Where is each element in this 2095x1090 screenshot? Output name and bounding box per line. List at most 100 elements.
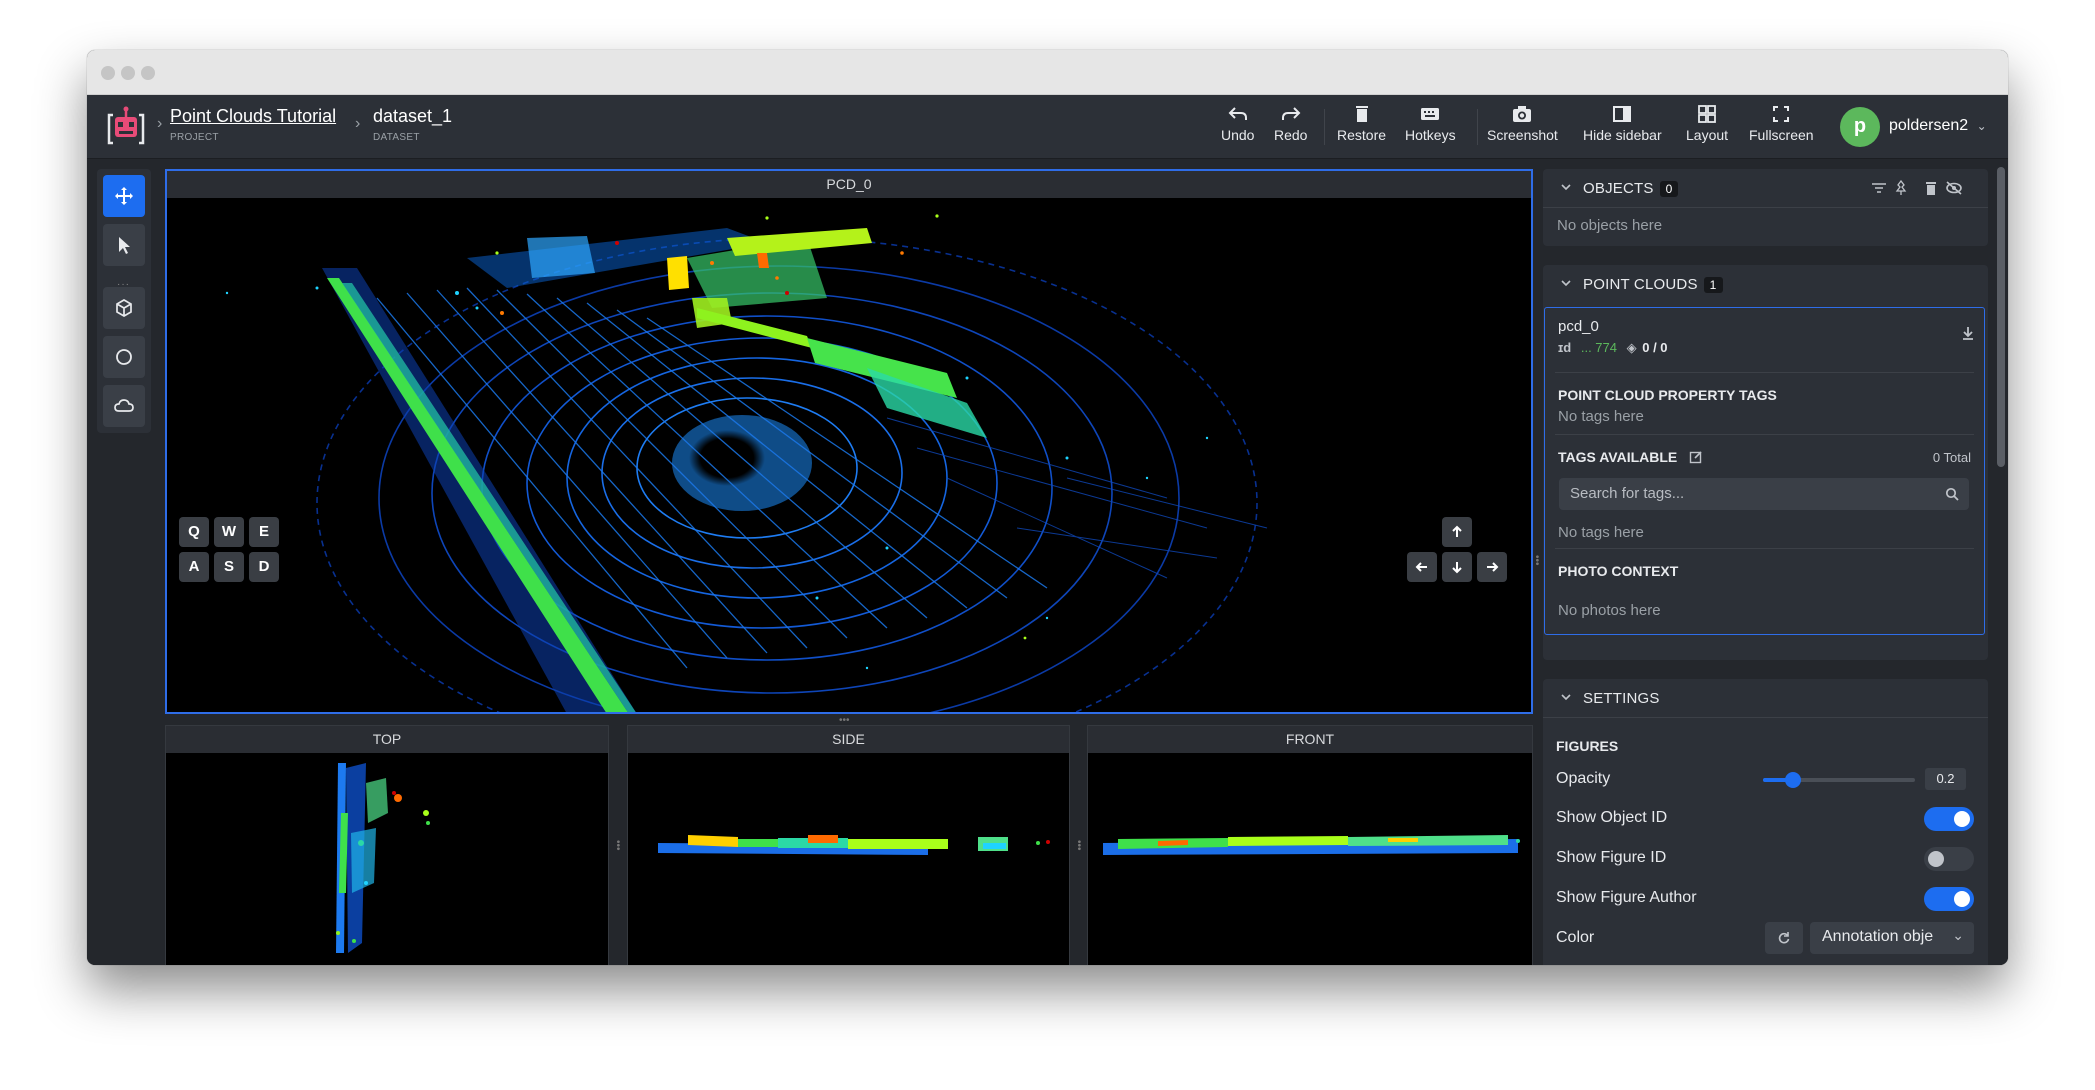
point-cloud-top-render bbox=[336, 763, 430, 953]
objects-header[interactable]: OBJECTS 0 bbox=[1543, 169, 1988, 207]
search-icon bbox=[1945, 487, 1959, 501]
delete-icon[interactable] bbox=[1923, 180, 1939, 196]
sidebar-icon bbox=[1613, 106, 1632, 122]
settings-header[interactable]: SETTINGS bbox=[1543, 679, 1988, 717]
hide-sidebar-button[interactable]: Hide sidebar bbox=[1583, 104, 1662, 143]
color-reset-button[interactable] bbox=[1765, 922, 1803, 954]
arrow-right-icon bbox=[1487, 562, 1499, 572]
sidebar-scrollbar[interactable] bbox=[1997, 167, 2005, 467]
main-3d-viewport[interactable]: PCD_0 Q W E A S D bbox=[165, 169, 1533, 714]
show-object-id-toggle[interactable] bbox=[1924, 807, 1974, 831]
undo-icon bbox=[1228, 107, 1247, 120]
key-d[interactable]: D bbox=[249, 552, 279, 582]
pin-icon[interactable] bbox=[1893, 180, 1909, 196]
breadcrumb-project[interactable]: Point Clouds Tutorial PROJECT bbox=[170, 106, 336, 143]
color-label: Color bbox=[1556, 929, 1595, 946]
pointclouds-panel: POINT CLOUDS 1 pcd_0 ɪd ... 774 ◈ 0 / 0 P… bbox=[1543, 265, 1988, 660]
key-a[interactable]: A bbox=[179, 552, 209, 582]
zoom-dot[interactable] bbox=[141, 66, 155, 80]
project-title[interactable]: Point Clouds Tutorial bbox=[170, 106, 336, 127]
pan-up-button[interactable] bbox=[1442, 517, 1472, 547]
filter-icon[interactable] bbox=[1871, 180, 1887, 196]
side-viewport[interactable]: SIDE bbox=[627, 725, 1070, 965]
photo-empty-text: No photos here bbox=[1558, 602, 1661, 619]
breadcrumb-dataset[interactable]: dataset_1 DATASET bbox=[373, 106, 452, 143]
move-tool-button[interactable] bbox=[103, 175, 145, 217]
pointclouds-title: POINT CLOUDS bbox=[1583, 276, 1698, 293]
key-s[interactable]: S bbox=[214, 552, 244, 582]
show-figure-id-label: Show Figure ID bbox=[1556, 849, 1667, 866]
show-figure-author-toggle[interactable] bbox=[1924, 887, 1974, 911]
minimize-dot[interactable] bbox=[121, 66, 135, 80]
point-cloud-side-render bbox=[658, 835, 1050, 855]
pan-right-button[interactable] bbox=[1477, 552, 1507, 582]
circle-icon bbox=[116, 349, 132, 365]
top-viewport[interactable]: TOP bbox=[165, 725, 609, 965]
divider bbox=[1543, 207, 1988, 208]
tags-empty-text: No tags here bbox=[1558, 524, 1644, 541]
window-titlebar bbox=[87, 50, 2008, 95]
dataset-title[interactable]: dataset_1 bbox=[373, 106, 452, 127]
pan-down-button[interactable] bbox=[1442, 552, 1472, 582]
move-icon bbox=[115, 187, 133, 205]
side-front-resize-handle[interactable]: ••• bbox=[1073, 840, 1084, 851]
restore-button[interactable]: Restore bbox=[1337, 104, 1386, 143]
point-tool-button[interactable] bbox=[103, 336, 145, 378]
cloud-tool-button[interactable] bbox=[103, 385, 145, 427]
top-header: › Point Clouds Tutorial PROJECT › datase… bbox=[87, 95, 2008, 159]
objects-panel: OBJECTS 0 No objects here bbox=[1543, 169, 1988, 246]
layers-icon: ◈ bbox=[1626, 340, 1637, 355]
opacity-slider-track[interactable] bbox=[1763, 772, 1915, 788]
divider bbox=[1555, 548, 1974, 549]
download-icon[interactable] bbox=[1961, 326, 1975, 340]
fullscreen-button[interactable]: Fullscreen bbox=[1749, 104, 1814, 143]
key-e[interactable]: E bbox=[249, 517, 279, 547]
cuboid-tool-button[interactable] bbox=[103, 287, 145, 329]
edit-icon[interactable] bbox=[1689, 450, 1703, 464]
opacity-value[interactable]: 0.2 bbox=[1925, 768, 1966, 790]
redo-icon bbox=[1281, 107, 1301, 120]
chevron-down-icon bbox=[1561, 280, 1571, 287]
chevron-down-icon: ⌄ bbox=[1976, 119, 1987, 133]
redo-button[interactable]: Redo bbox=[1274, 104, 1307, 143]
user-menu[interactable]: poldersen2 ⌄ bbox=[1889, 117, 1987, 135]
divider bbox=[1543, 717, 1988, 718]
viewport-title: TOP bbox=[166, 726, 608, 753]
sidebar-resize-handle[interactable]: ••• bbox=[1531, 555, 1542, 566]
show-figure-id-toggle[interactable] bbox=[1924, 847, 1974, 871]
tags-total: 0 Total bbox=[1932, 450, 1971, 465]
pointcloud-id: ... 774 bbox=[1580, 340, 1617, 355]
arrow-left-icon bbox=[1415, 562, 1427, 572]
pointer-tool-button[interactable] bbox=[103, 224, 145, 266]
objects-empty-text: No objects here bbox=[1557, 217, 1663, 234]
tag-search-input[interactable]: Search for tags... bbox=[1559, 478, 1969, 510]
pointclouds-count-badge: 1 bbox=[1703, 277, 1723, 293]
viewport-title: PCD_0 bbox=[167, 171, 1531, 198]
robot-logo-icon[interactable] bbox=[103, 105, 149, 149]
front-viewport[interactable]: FRONT bbox=[1087, 725, 1533, 965]
opacity-slider-handle[interactable] bbox=[1785, 772, 1801, 788]
color-mode-select[interactable]: Annotation obje ⌄ bbox=[1810, 922, 1974, 954]
undo-button[interactable]: Undo bbox=[1221, 104, 1254, 143]
avatar[interactable]: p bbox=[1840, 107, 1880, 147]
screenshot-button[interactable]: Screenshot bbox=[1487, 104, 1558, 143]
layout-button[interactable]: Layout bbox=[1686, 104, 1728, 143]
key-w[interactable]: W bbox=[214, 517, 244, 547]
property-tags-empty: No tags here bbox=[1558, 408, 1644, 425]
hotkeys-button[interactable]: Hotkeys bbox=[1405, 104, 1456, 143]
pan-left-button[interactable] bbox=[1407, 552, 1437, 582]
pointcloud-name: pcd_0 bbox=[1558, 318, 1599, 335]
key-q[interactable]: Q bbox=[179, 517, 209, 547]
top-side-resize-handle[interactable]: ••• bbox=[612, 840, 623, 851]
close-dot[interactable] bbox=[101, 66, 115, 80]
pointclouds-header[interactable]: POINT CLOUDS 1 bbox=[1543, 265, 1988, 303]
photo-context-title: PHOTO CONTEXT bbox=[1558, 563, 1679, 579]
pointcloud-card[interactable]: pcd_0 ɪd ... 774 ◈ 0 / 0 POINT CLOUD PRO… bbox=[1544, 307, 1985, 635]
grid-icon bbox=[1698, 105, 1716, 123]
show-figure-author-label: Show Figure Author bbox=[1556, 889, 1697, 906]
figures-title: FIGURES bbox=[1556, 738, 1619, 754]
dataset-label: DATASET bbox=[373, 132, 420, 143]
opacity-label: Opacity bbox=[1556, 770, 1611, 787]
app-root: › Point Clouds Tutorial PROJECT › datase… bbox=[87, 95, 2008, 965]
eye-off-icon[interactable] bbox=[1945, 180, 1963, 196]
